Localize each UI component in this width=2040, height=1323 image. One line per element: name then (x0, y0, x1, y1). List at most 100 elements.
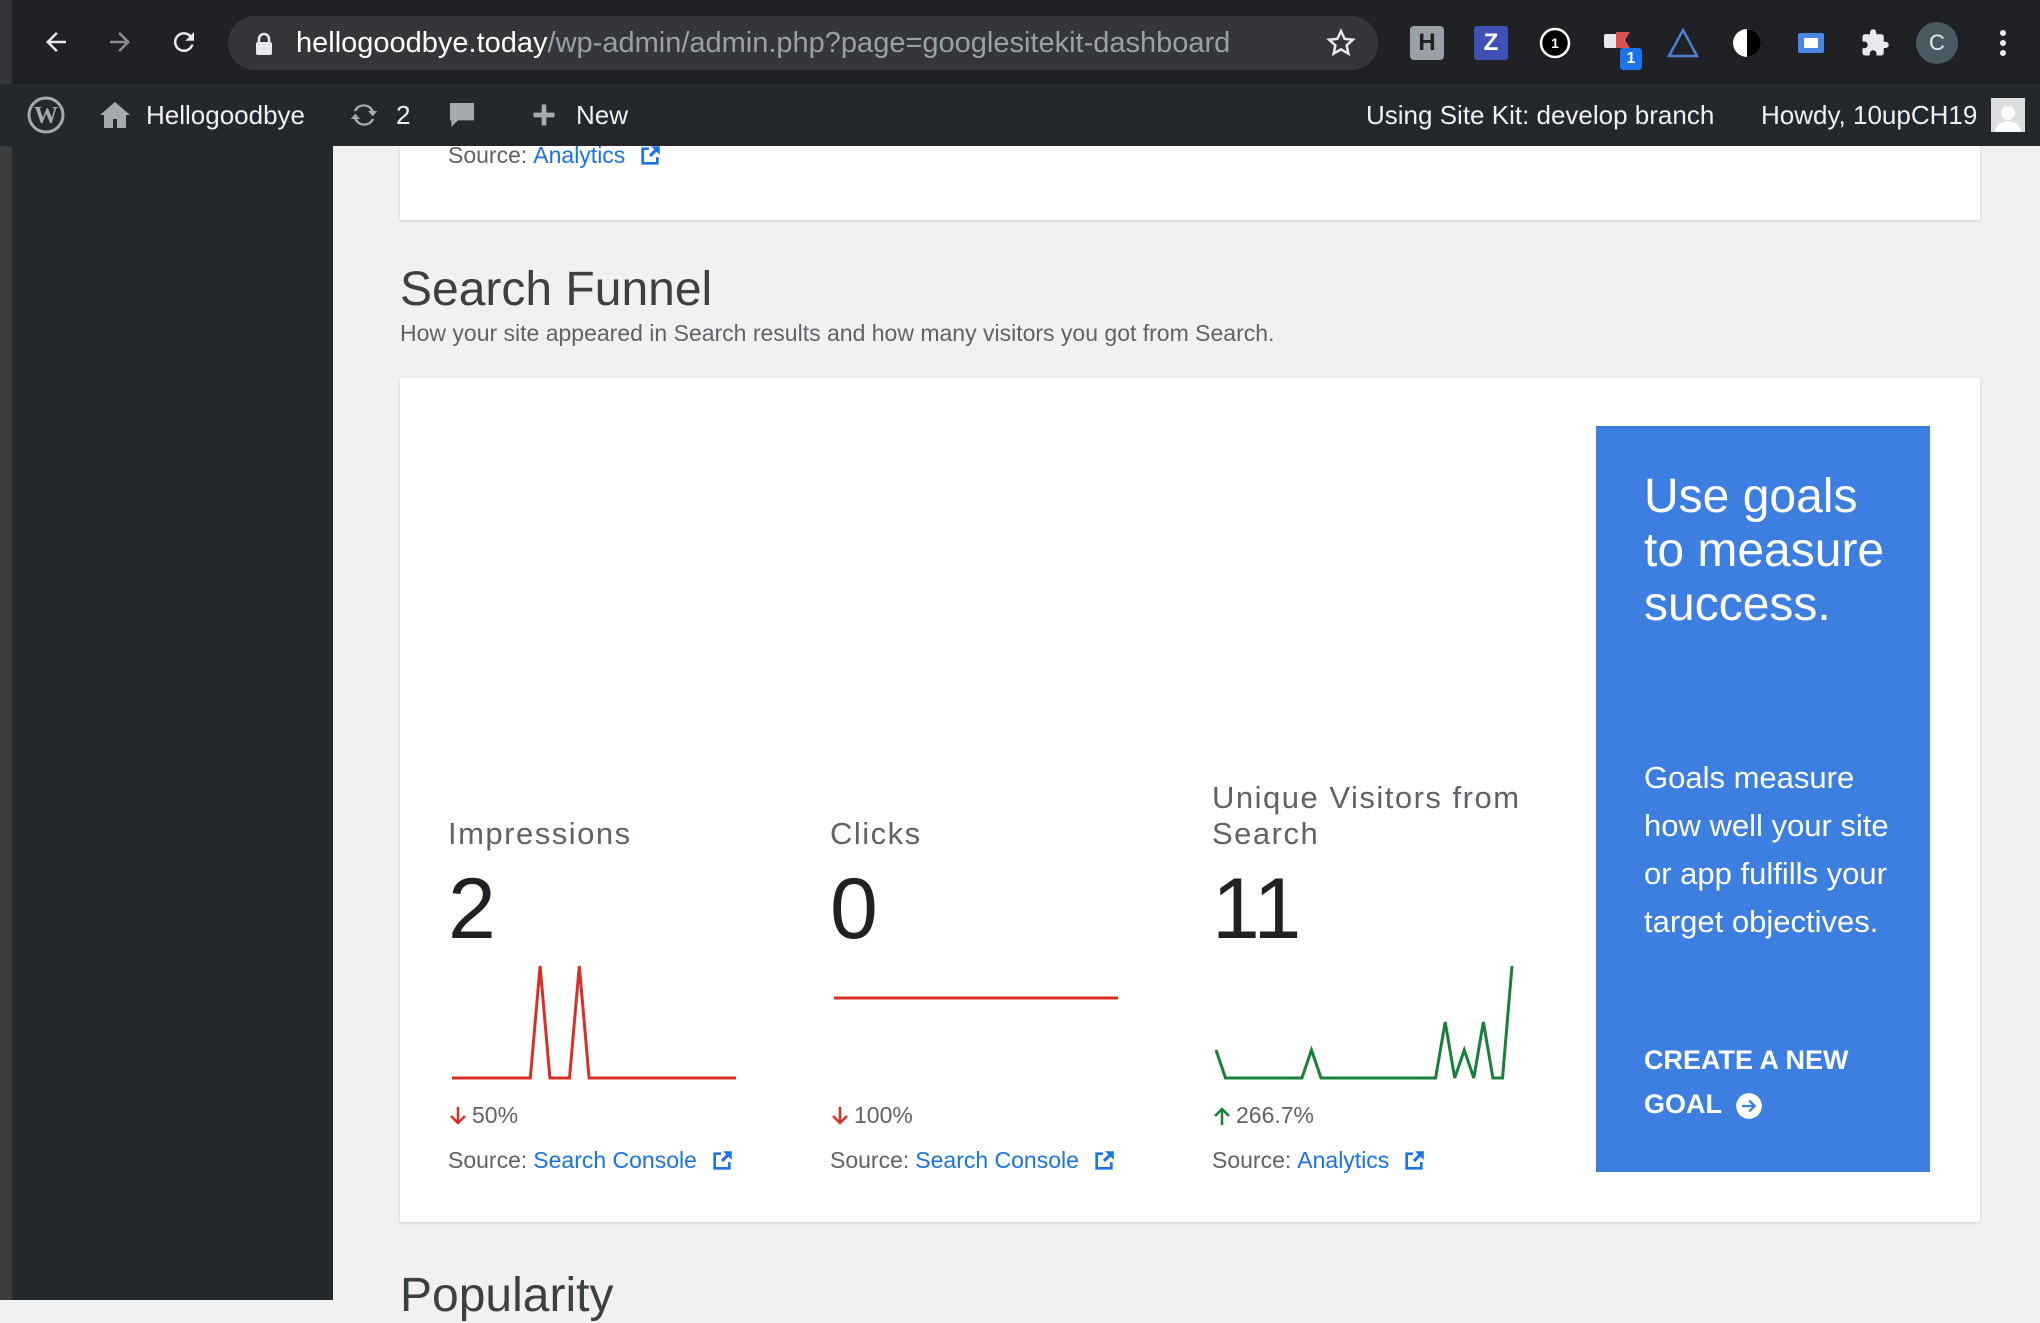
h-extension-letter: H (1418, 29, 1436, 56)
metric-value: 2 (448, 861, 496, 957)
puzzle-glyph (1862, 29, 1889, 56)
new-label: New (576, 99, 629, 130)
wordpress-logo-icon: W (27, 96, 65, 134)
updates-link[interactable]: 2 (346, 84, 410, 146)
metric-label: Unique Visitors from Search (1212, 780, 1521, 851)
onepassword-icon[interactable]: 1 (1538, 26, 1572, 60)
address-bar[interactable]: hellogoodbye.today/wp-admin/admin.php?pa… (228, 16, 1378, 70)
search-console-source-link[interactable]: Search Console (533, 1147, 697, 1174)
site-name-link[interactable]: Hellogoodbye (98, 84, 305, 146)
triangle-glyph (1666, 27, 1700, 58)
unique-visitors-metric[interactable]: Unique Visitors from Search 11 266.7% So… (1212, 780, 1532, 1174)
new-content-link[interactable]: New (530, 84, 628, 146)
reload-icon (173, 32, 194, 53)
metric-label: Clicks (830, 816, 922, 851)
url-path: /wp-admin/admin.php?page=googlesitekit-d… (547, 27, 1231, 59)
howdy-label: Howdy, 10upCH19 (1761, 99, 1978, 130)
arrow-up-icon (1214, 1106, 1230, 1125)
metric-change: 100% (830, 1102, 1150, 1129)
tab-extension-badge: 1 (1620, 48, 1642, 70)
sitekit-branch-text: Using Site Kit: develop branch (1366, 99, 1715, 130)
source-prefix: Source: (1212, 1147, 1292, 1173)
popularity-section-title: Popularity (400, 1269, 614, 1322)
sparkline-line (452, 965, 736, 1080)
back-button[interactable] (34, 20, 78, 64)
onepassword-letter: 1 (1551, 35, 1559, 51)
section-title: Search Funnel (400, 263, 713, 316)
source-prefix: Source: (830, 1147, 910, 1173)
z-extension-letter: Z (1483, 29, 1499, 56)
analytics-source-link[interactable]: Analytics (1297, 1147, 1389, 1174)
forward-button[interactable] (98, 20, 142, 64)
site-name-label: Hellogoodbye (146, 99, 306, 130)
contrast-icon[interactable] (1730, 26, 1764, 60)
arrow-left-icon (46, 32, 66, 52)
impressions-metric[interactable]: Impressions 2 50% Source: Search Console (448, 780, 768, 1174)
metric-value: 11 (1212, 861, 1302, 957)
analytics-source-link[interactable]: Analytics (533, 142, 625, 169)
source-prefix: Source: (448, 1147, 528, 1173)
metric-change-value: 266.7% (1236, 1102, 1315, 1128)
unique-visitors-sparkline (1214, 965, 1514, 1080)
bookmark-star-icon[interactable] (1326, 28, 1356, 58)
contrast-glyph (1733, 29, 1761, 57)
arrow-circle-right-icon (1736, 1093, 1762, 1119)
h-extension-icon[interactable]: H (1410, 26, 1444, 60)
search-funnel-card: Impressions 2 50% Source: Search Console… (400, 378, 1980, 1222)
wp-admin-bar: W Hellogoodbye 2 New Using Site Kit: dev… (0, 84, 2040, 146)
avatar-silhouette-icon (1995, 106, 2022, 132)
comments-link[interactable] (446, 84, 478, 146)
url-host: hellogoodbye.today (296, 27, 548, 59)
impressions-sparkline (452, 965, 736, 1080)
lock-icon (256, 32, 272, 55)
source-prefix: Source: (448, 142, 528, 168)
section-subtitle: How your site appeared in Search results… (400, 320, 1275, 346)
my-account-link[interactable]: Howdy, 10upCH19 (1761, 84, 2026, 146)
home-icon (100, 102, 130, 128)
sparkline-line (1214, 965, 1514, 1080)
external-link-icon[interactable] (637, 143, 663, 169)
comment-icon (450, 103, 474, 127)
wordpress-logo-button[interactable]: W (26, 84, 66, 146)
browser-toolbar: hellogoodbye.today/wp-admin/admin.php?pa… (0, 0, 2040, 84)
kebab-menu-icon[interactable] (1986, 26, 2020, 60)
wp-admin-sidebar (0, 146, 333, 1300)
reload-button[interactable] (162, 20, 206, 64)
create-goal-link[interactable]: CREATE A NEW GOAL (1644, 1038, 1904, 1126)
metric-change: 266.7% (1212, 1102, 1532, 1129)
user-avatar (1991, 98, 2026, 132)
external-link-icon[interactable] (1091, 1148, 1117, 1174)
arrow-down-icon (450, 1106, 466, 1125)
sitekit-branch-label: Using Site Kit: develop branch (1366, 84, 1714, 146)
external-link-icon[interactable] (709, 1148, 735, 1174)
updates-count: 2 (396, 99, 411, 130)
clicks-metric[interactable]: Clicks 0 100% Source: Search Console (830, 780, 1150, 1174)
plus-icon (533, 104, 555, 126)
profile-avatar[interactable]: C (1916, 22, 1958, 64)
window-edge (0, 0, 12, 84)
svg-text:W: W (34, 103, 58, 129)
metric-change-value: 50% (472, 1102, 519, 1128)
screen-extension-icon[interactable] (1794, 26, 1828, 60)
url-text: hellogoodbye.today/wp-admin/admin.php?pa… (296, 26, 1230, 60)
metric-change-value: 100% (854, 1102, 913, 1128)
arrow-down-icon (832, 1106, 848, 1125)
profile-letter: C (1929, 30, 1945, 55)
clicks-sparkline (834, 996, 1118, 1000)
metric-value: 0 (830, 861, 878, 957)
puzzle-icon[interactable] (1858, 26, 1892, 60)
refresh-icon (350, 104, 378, 126)
metric-label: Impressions (448, 816, 632, 851)
previous-widget-source: Source: Analytics (448, 142, 663, 169)
tab-extension-icon[interactable]: 1 (1602, 26, 1642, 70)
goals-cta-card: Use goals to measure success. Goals meas… (1596, 426, 1930, 1172)
z-extension-icon[interactable]: Z (1474, 26, 1508, 60)
search-console-source-link[interactable]: Search Console (915, 1147, 1079, 1174)
triangle-extension-icon[interactable] (1666, 26, 1700, 60)
external-link-icon[interactable] (1401, 1148, 1427, 1174)
screen-glyph (1798, 33, 1824, 53)
metric-source: Source: Search Console (830, 1147, 1150, 1174)
sidebar-edge (0, 146, 12, 1300)
metric-source: Source: Search Console (448, 1147, 768, 1174)
kebab-glyph (2000, 30, 2006, 56)
